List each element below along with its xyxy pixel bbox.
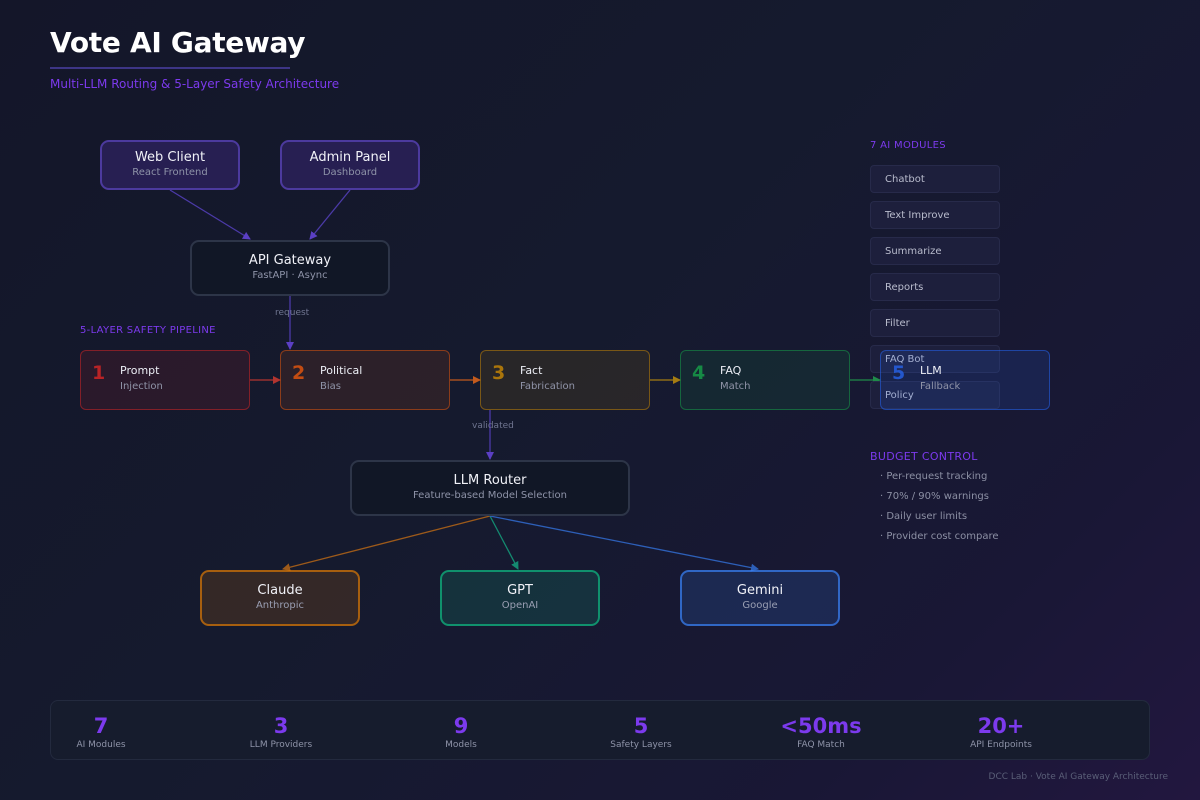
stat-faq-match: <50ms FAQ Match <box>761 714 881 750</box>
budget-item: · Per-request tracking <box>880 471 988 482</box>
stat-label: LLM Providers <box>249 740 313 750</box>
provider-title: Gemini <box>736 583 784 598</box>
provider-gpt: GPT OpenAI <box>440 570 600 626</box>
node-subtitle: Dashboard <box>322 167 378 178</box>
stat-label: Models <box>445 740 477 750</box>
layer-subtitle: Fallback <box>920 381 961 392</box>
stat-value: 7 <box>93 714 109 738</box>
layer-subtitle: Fabrication <box>520 381 575 392</box>
footer-credit: DCC Lab · Vote AI Gateway Architecture <box>988 772 1168 782</box>
stats-bar: 7 AI Modules 3 LLM Providers 9 Models 5 … <box>50 700 1150 760</box>
module-reports: Reports <box>870 273 1000 301</box>
layer-number: 4 <box>692 362 706 384</box>
layer-subtitle: Match <box>720 381 751 392</box>
layer-subtitle: Bias <box>320 381 341 392</box>
validated-label: validated <box>472 421 514 431</box>
arrow-admin-to-gateway <box>309 189 351 240</box>
module-filter: Filter <box>870 309 1000 337</box>
provider-subtitle: OpenAI <box>501 600 539 611</box>
module-label: Text Improve <box>885 210 950 221</box>
stat-label: AI Modules <box>76 740 126 750</box>
stat-llm-providers: 3 LLM Providers <box>221 714 341 750</box>
stat-label: FAQ Match <box>797 740 845 750</box>
arrow-router-to-gpt <box>489 515 519 570</box>
safety-layer-5: 5 LLM Fallback <box>880 350 1050 410</box>
stat-api-endpoints: 20+ API Endpoints <box>941 714 1061 750</box>
provider-subtitle: Google <box>742 600 778 611</box>
stat-ai-modules: 7 AI Modules <box>41 714 161 750</box>
stat-label: Safety Layers <box>610 740 672 750</box>
safety-layer-4: 4 FAQ Match <box>680 350 850 410</box>
module-label: Reports <box>885 282 924 293</box>
stat-value: 20+ <box>977 714 1025 738</box>
stat-label: API Endpoints <box>970 740 1032 750</box>
stat-value: 5 <box>633 714 649 738</box>
layer-number: 5 <box>892 362 906 384</box>
provider-title: Claude <box>257 583 303 598</box>
layer-number: 3 <box>492 362 506 384</box>
safety-layer-2: 2 Political Bias <box>280 350 450 410</box>
layer-number: 1 <box>92 362 106 384</box>
budget-section-label: BUDGET CONTROL <box>870 450 978 463</box>
request-label: request <box>275 308 310 318</box>
node-title: Web Client <box>134 150 206 165</box>
provider-subtitle: Anthropic <box>255 600 305 611</box>
layer-title: FAQ <box>720 364 742 377</box>
arrow-web-to-gateway <box>169 189 251 240</box>
node-title: Admin Panel <box>309 150 391 165</box>
layer-subtitle: Injection <box>120 381 163 392</box>
module-text-improve: Text Improve <box>870 201 1000 229</box>
layer-title: Prompt <box>120 364 160 377</box>
web-client-node: Web Client React Frontend <box>100 140 240 190</box>
stat-models: 9 Models <box>401 714 521 750</box>
module-label: Summarize <box>885 246 942 257</box>
layer-title: Political <box>320 364 363 377</box>
arrow-router-to-claude <box>282 515 491 572</box>
stat-value: 3 <box>273 714 289 738</box>
llm-router-node: LLM Router Feature-based Model Selection <box>350 460 630 516</box>
node-subtitle: Feature-based Model Selection <box>412 490 568 501</box>
layer-number: 2 <box>292 362 306 384</box>
module-label: Chatbot <box>885 174 925 185</box>
budget-item: · Provider cost compare <box>880 531 999 542</box>
modules-section-label: 7 AI MODULES <box>870 140 946 151</box>
module-label: Filter <box>885 318 910 329</box>
stat-value: <50ms <box>780 714 862 738</box>
provider-title: GPT <box>507 583 533 598</box>
budget-item: · 70% / 90% warnings <box>880 491 989 502</box>
stat-safety-layers: 5 Safety Layers <box>581 714 701 750</box>
arrow-router-to-gemini <box>489 515 759 572</box>
safety-layer-3: 3 Fact Fabrication <box>480 350 650 410</box>
admin-panel-node: Admin Panel Dashboard <box>280 140 420 190</box>
api-gateway-node: API Gateway FastAPI · Async <box>190 240 390 296</box>
stat-value: 9 <box>453 714 469 738</box>
module-chatbot: Chatbot <box>870 165 1000 193</box>
node-title: API Gateway <box>248 253 332 268</box>
layer-title: LLM <box>920 364 942 377</box>
node-subtitle: React Frontend <box>132 167 208 178</box>
pipeline-section-label: 5-LAYER SAFETY PIPELINE <box>80 325 216 336</box>
budget-item: · Daily user limits <box>880 511 968 522</box>
layer-title: Fact <box>520 364 543 377</box>
provider-gemini: Gemini Google <box>680 570 840 626</box>
module-summarize: Summarize <box>870 237 1000 265</box>
node-title: LLM Router <box>453 473 527 488</box>
safety-layer-1: 1 Prompt Injection <box>80 350 250 410</box>
node-subtitle: FastAPI · Async <box>252 270 328 281</box>
provider-claude: Claude Anthropic <box>200 570 360 626</box>
